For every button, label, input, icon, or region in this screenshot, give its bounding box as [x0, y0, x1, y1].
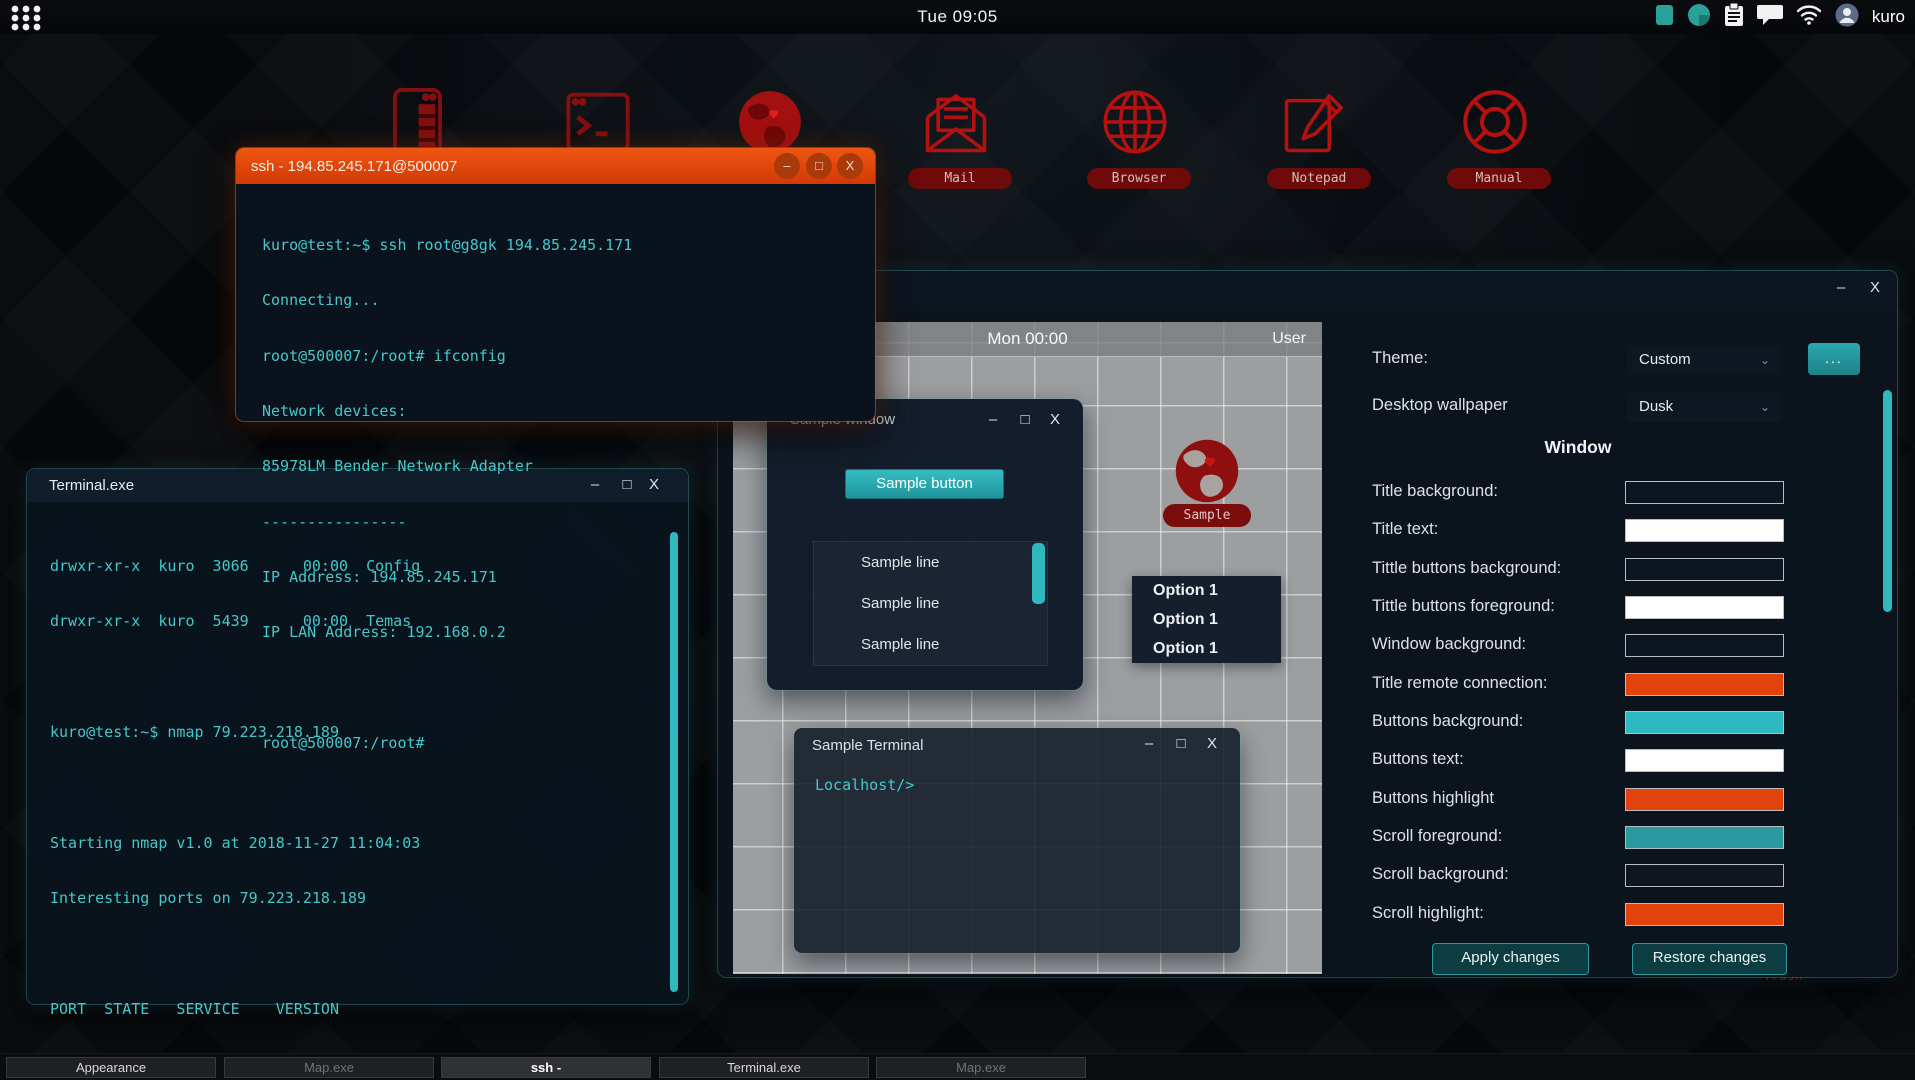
wifi-icon[interactable] — [1796, 5, 1822, 30]
setting-label: Buttons background: — [1372, 712, 1523, 731]
desktop-icon-notepad[interactable]: Notepad — [1267, 84, 1363, 189]
color-swatch[interactable] — [1625, 481, 1784, 504]
theme-value: Custom — [1639, 345, 1691, 375]
taskbar-item-map[interactable]: Map.exe — [224, 1057, 434, 1078]
maximize-button[interactable]: □ — [806, 153, 832, 179]
sample-context-menu: Option 1 Option 1 Option 1 — [1132, 576, 1281, 663]
taskbar: Appearance Map.exe ssh - Terminal.exe Ma… — [0, 1053, 1915, 1080]
ssh-output: kuro@test:~$ ssh root@g8gk 194.85.245.17… — [262, 200, 632, 789]
maximize-button[interactable]: □ — [1015, 411, 1035, 428]
user-avatar[interactable] — [1835, 3, 1859, 32]
minimize-button[interactable]: – — [1831, 279, 1851, 296]
window-section-header: Window — [1278, 437, 1878, 458]
setting-label: Title remote connection: — [1372, 674, 1547, 693]
sample-terminal-prompt: Localhost/> — [815, 776, 914, 794]
terminal-scrollbar[interactable] — [670, 532, 678, 992]
sample-list-item[interactable]: Sample line — [814, 624, 1047, 665]
ssh-window: ssh - 194.85.245.171@500007 – □ X kuro@t… — [236, 148, 875, 421]
sample-list-item[interactable]: Sample line — [814, 542, 1047, 583]
wallpaper-label: Desktop wallpaper — [1372, 396, 1508, 415]
setting-label: Scroll highlight: — [1372, 904, 1484, 923]
taskbar-item-ssh[interactable]: ssh - — [441, 1057, 651, 1078]
taskbar-item-appearance[interactable]: Appearance — [6, 1057, 216, 1078]
ssh-window-title: ssh - 194.85.245.171@500007 — [251, 158, 457, 175]
terminal-window-title: Terminal.exe — [49, 477, 134, 494]
color-swatch[interactable] — [1625, 903, 1784, 926]
appearance-titlebar[interactable]: Appearance — [718, 271, 1897, 311]
sample-window: Sample window – □ X Sample button Sample… — [767, 399, 1083, 690]
setting-label: Window background: — [1372, 635, 1526, 654]
username-label: kuro — [1872, 7, 1905, 27]
desktop-icon-mail[interactable]: Mail — [908, 84, 1004, 189]
sample-globe-icon[interactable] — [1170, 434, 1244, 508]
appearance-window: Appearance – X Mon 00:00 User Sample win… — [718, 271, 1897, 977]
desktop-icon-manual[interactable]: Manual — [1447, 84, 1543, 189]
maximize-button[interactable]: □ — [1171, 735, 1191, 752]
menu-option[interactable]: Option 1 — [1132, 576, 1281, 605]
minimize-button[interactable]: – — [983, 411, 1003, 428]
settings-scrollbar[interactable] — [1883, 390, 1892, 612]
color-swatch[interactable] — [1625, 519, 1784, 542]
color-swatch[interactable] — [1625, 864, 1784, 887]
icon-label-mail: Mail — [908, 168, 1012, 189]
sample-list: Sample line Sample line Sample line — [813, 541, 1048, 666]
desktop: Tue 09:05 kuro Mail Browser Notepad Manu… — [0, 0, 1915, 1080]
theme-dropdown[interactable]: Custom ⌄ — [1627, 345, 1780, 375]
minimize-button[interactable]: – — [1139, 735, 1159, 752]
sample-icon-label: Sample — [1163, 504, 1251, 527]
preview-username: User — [1272, 330, 1306, 348]
sample-terminal-window: Sample Terminal – □ X Localhost/> — [794, 728, 1240, 953]
clipboard-icon[interactable] — [1724, 3, 1744, 32]
setting-label: Title background: — [1372, 482, 1498, 501]
menu-option[interactable]: Option 1 — [1132, 605, 1281, 634]
wallpaper-dropdown[interactable]: Dusk ⌄ — [1627, 392, 1780, 422]
restore-changes-button[interactable]: Restore changes — [1632, 943, 1787, 975]
disk-pie-icon[interactable] — [1687, 3, 1711, 32]
chat-icon[interactable] — [1757, 3, 1783, 31]
setting-label: Buttons text: — [1372, 750, 1464, 769]
close-button[interactable]: X — [1202, 735, 1222, 752]
menu-option[interactable]: Option 1 — [1132, 634, 1281, 663]
chevron-down-icon: ⌄ — [1760, 353, 1770, 367]
setting-label: Scroll foreground: — [1372, 827, 1502, 846]
color-swatch[interactable] — [1625, 749, 1784, 772]
system-clock: Tue 09:05 — [0, 7, 1915, 27]
color-swatch[interactable] — [1625, 673, 1784, 696]
minimize-button[interactable]: – — [774, 153, 800, 179]
color-swatch[interactable] — [1625, 711, 1784, 734]
setting-label: Tittle buttons foreground: — [1372, 597, 1555, 616]
close-button[interactable]: X — [837, 153, 863, 179]
system-tray: kuro — [1655, 0, 1905, 34]
battery-icon[interactable] — [1655, 4, 1674, 31]
color-swatch[interactable] — [1625, 634, 1784, 657]
color-swatch[interactable] — [1625, 596, 1784, 619]
sample-terminal-title: Sample Terminal — [812, 737, 923, 754]
sample-list-item[interactable]: Sample line — [814, 583, 1047, 624]
color-swatch[interactable] — [1625, 826, 1784, 849]
close-button[interactable]: X — [644, 476, 664, 493]
setting-label: Buttons highlight — [1372, 789, 1494, 808]
taskbar-item-terminal[interactable]: Terminal.exe — [659, 1057, 869, 1078]
setting-label: Tittle buttons background: — [1372, 559, 1561, 578]
setting-label: Scroll background: — [1372, 865, 1509, 884]
chevron-down-icon: ⌄ — [1760, 400, 1770, 414]
close-button[interactable]: X — [1045, 411, 1065, 428]
color-swatch[interactable] — [1625, 558, 1784, 581]
desktop-icon-browser[interactable]: Browser — [1087, 84, 1183, 189]
icon-label-browser: Browser — [1087, 168, 1191, 189]
close-button[interactable]: X — [1865, 279, 1885, 296]
icon-label-manual: Manual — [1447, 168, 1551, 189]
theme-label: Theme: — [1372, 349, 1428, 368]
theme-more-button[interactable]: ... — [1808, 343, 1860, 375]
taskbar-item-map2[interactable]: Map.exe — [876, 1057, 1086, 1078]
icon-label-notepad: Notepad — [1267, 168, 1371, 189]
color-swatch[interactable] — [1625, 788, 1784, 811]
wallpaper-value: Dusk — [1639, 392, 1673, 422]
top-bar: Tue 09:05 kuro — [0, 0, 1915, 34]
setting-label: Title text: — [1372, 520, 1438, 539]
apply-changes-button[interactable]: Apply changes — [1432, 943, 1589, 975]
sample-button[interactable]: Sample button — [845, 469, 1004, 499]
sample-list-scrollbar[interactable] — [1032, 543, 1045, 604]
